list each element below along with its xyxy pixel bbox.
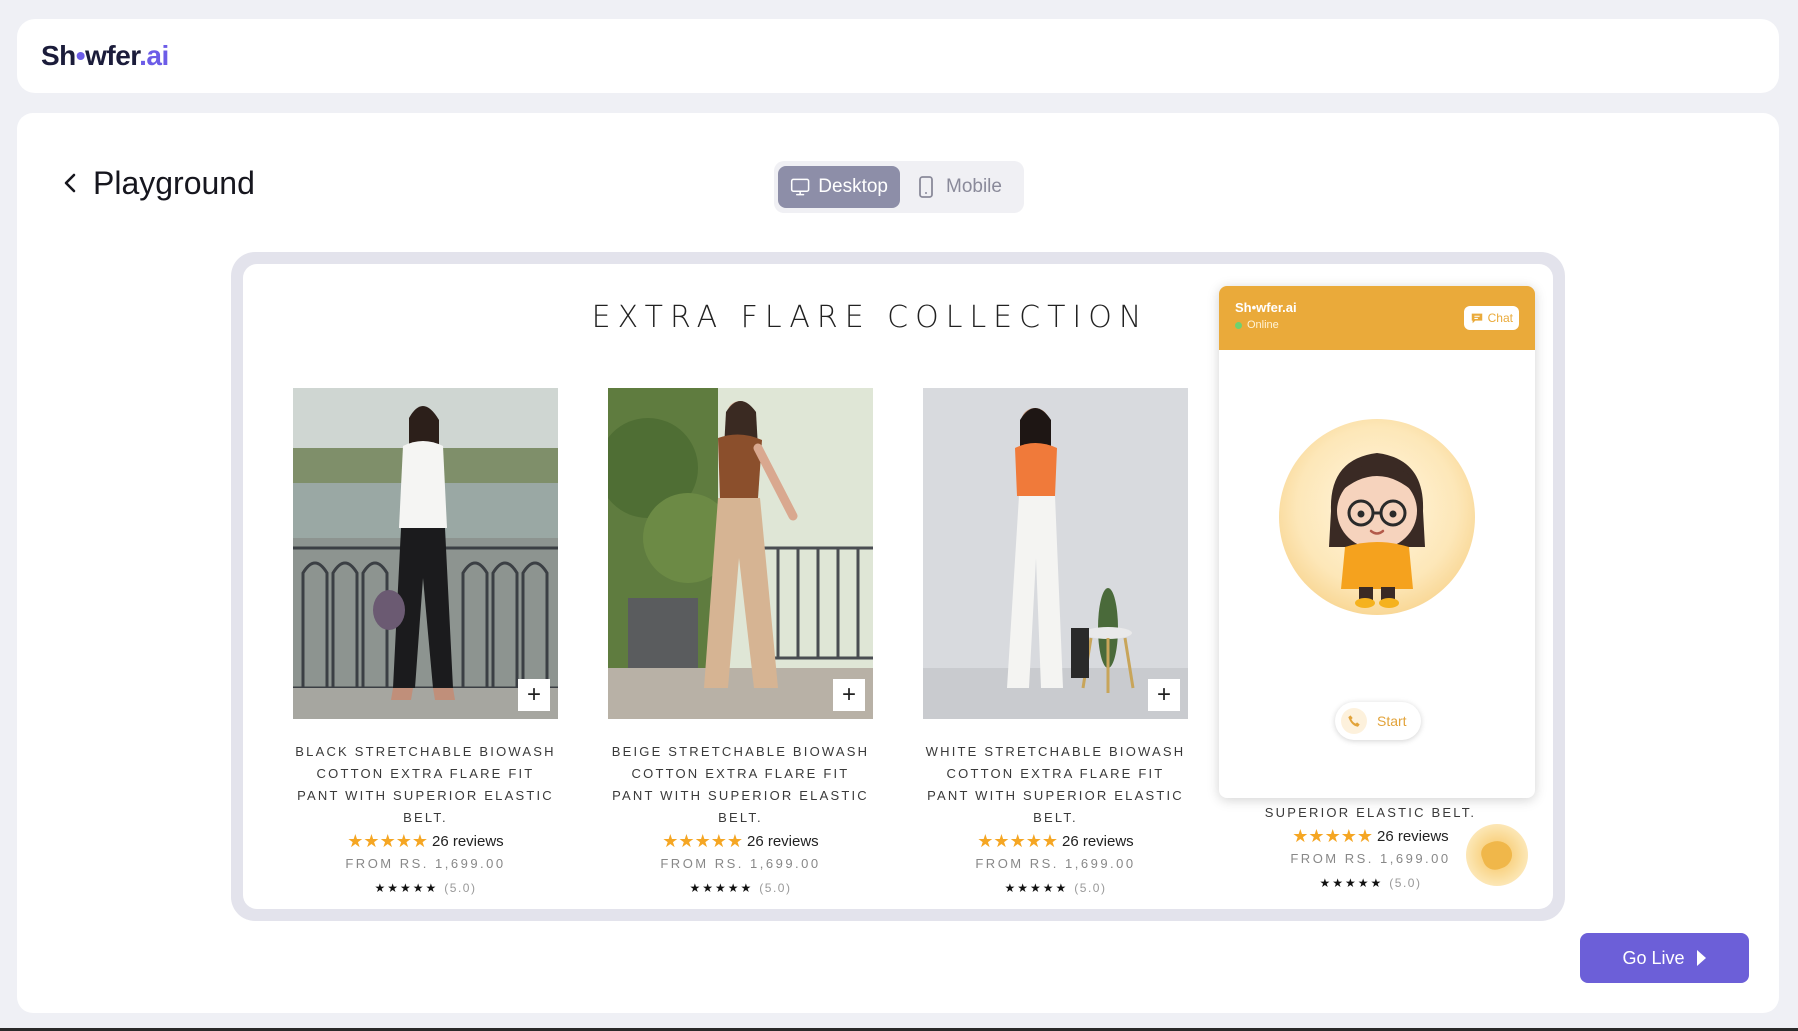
product-price: FROM RS. 1,699.00 — [660, 856, 821, 871]
product-card[interactable]: + BLACK STRETCHABLE BIOWASH COTTON EXTRA… — [293, 388, 558, 895]
chevron-left-icon — [64, 173, 76, 193]
chat-widget[interactable]: Sh•wfer.ai Online Chat Start — [1219, 286, 1535, 798]
go-live-button[interactable]: Go Live — [1580, 933, 1749, 983]
online-dot-icon — [1235, 321, 1242, 329]
mini-rating: ★★★★★ (5.0) — [689, 881, 792, 895]
assistant-launcher-button[interactable] — [1466, 824, 1528, 886]
product-photo-black-pant — [293, 388, 558, 719]
product-image[interactable]: + — [293, 388, 558, 719]
mini-rating: ★★★★★ (5.0) — [374, 881, 477, 895]
phone-icon — [1341, 708, 1367, 734]
add-to-cart-button[interactable]: + — [1148, 679, 1180, 711]
play-arrow-icon — [1696, 950, 1706, 966]
review-count[interactable]: 26 reviews — [1062, 833, 1134, 850]
monitor-icon — [790, 178, 810, 196]
product-photo-white-pant — [923, 388, 1188, 719]
product-image[interactable]: + — [608, 388, 873, 719]
desktop-label: Desktop — [818, 176, 888, 197]
product-photo-beige-pant — [608, 388, 873, 719]
product-image[interactable]: + — [923, 388, 1188, 719]
review-count[interactable]: 26 reviews — [1377, 828, 1449, 845]
product-name[interactable]: SUPERIOR ELASTIC BELT. — [1238, 802, 1503, 824]
product-rating: ★★★★★ 26 reviews — [923, 831, 1188, 852]
mobile-label: Mobile — [946, 176, 1002, 197]
star-rating-icon: ★★★★★ — [662, 831, 743, 851]
review-count[interactable]: 26 reviews — [747, 833, 819, 850]
page-title: Playground — [93, 165, 255, 201]
chat-header: Sh•wfer.ai Online Chat — [1219, 286, 1535, 350]
avatar-character-icon — [1329, 453, 1425, 608]
desktop-view-tab[interactable]: Desktop — [778, 166, 900, 208]
start-call-button[interactable]: Start — [1335, 702, 1421, 740]
product-name[interactable]: BEIGE STRETCHABLE BIOWASH COTTON EXTRA F… — [608, 741, 873, 829]
back-button[interactable]: Playground — [61, 165, 255, 201]
review-count[interactable]: 26 reviews — [432, 833, 504, 850]
mini-rating: ★★★★★ (5.0) — [1319, 876, 1422, 890]
product-rating: ★★★★★ 26 reviews — [293, 831, 558, 852]
product-price: FROM RS. 1,699.00 — [1290, 851, 1451, 866]
add-to-cart-button[interactable]: + — [518, 679, 550, 711]
view-toggle: Desktop Mobile — [774, 161, 1024, 213]
add-to-cart-button[interactable]: + — [833, 679, 865, 711]
product-rating: ★★★★★ 26 reviews — [1238, 826, 1503, 847]
product-price: FROM RS. 1,699.00 — [975, 856, 1136, 871]
product-card[interactable]: + BEIGE STRETCHABLE BIOWASH COTTON EXTRA… — [608, 388, 873, 895]
star-rating-icon: ★★★★★ — [347, 831, 428, 851]
mini-rating: ★★★★★ (5.0) — [1004, 881, 1107, 895]
assistant-avatar — [1279, 419, 1475, 615]
product-price: FROM RS. 1,699.00 — [345, 856, 506, 871]
star-rating-icon: ★★★★★ — [1292, 826, 1373, 846]
chat-button[interactable]: Chat — [1463, 306, 1519, 330]
mobile-view-tab[interactable]: Mobile — [902, 166, 1014, 208]
assistant-blob-icon — [1478, 836, 1516, 874]
top-bar: Sh•wfer.ai — [17, 19, 1779, 93]
mobile-phone-icon — [919, 176, 933, 198]
product-rating: ★★★★★ 26 reviews — [608, 831, 873, 852]
product-card[interactable]: + WHITE STRETCHABLE BIOWASH COTTON EXTRA… — [923, 388, 1188, 895]
product-card[interactable]: SUPERIOR ELASTIC BELT. ★★★★★ 26 reviews … — [1238, 802, 1503, 890]
chat-bubble-icon — [1471, 313, 1482, 324]
showfer-logo[interactable]: Sh•wfer.ai — [41, 41, 169, 71]
product-name[interactable]: BLACK STRETCHABLE BIOWASH COTTON EXTRA F… — [293, 741, 558, 829]
product-name[interactable]: WHITE STRETCHABLE BIOWASH COTTON EXTRA F… — [923, 741, 1188, 829]
star-rating-icon: ★★★★★ — [977, 831, 1058, 851]
